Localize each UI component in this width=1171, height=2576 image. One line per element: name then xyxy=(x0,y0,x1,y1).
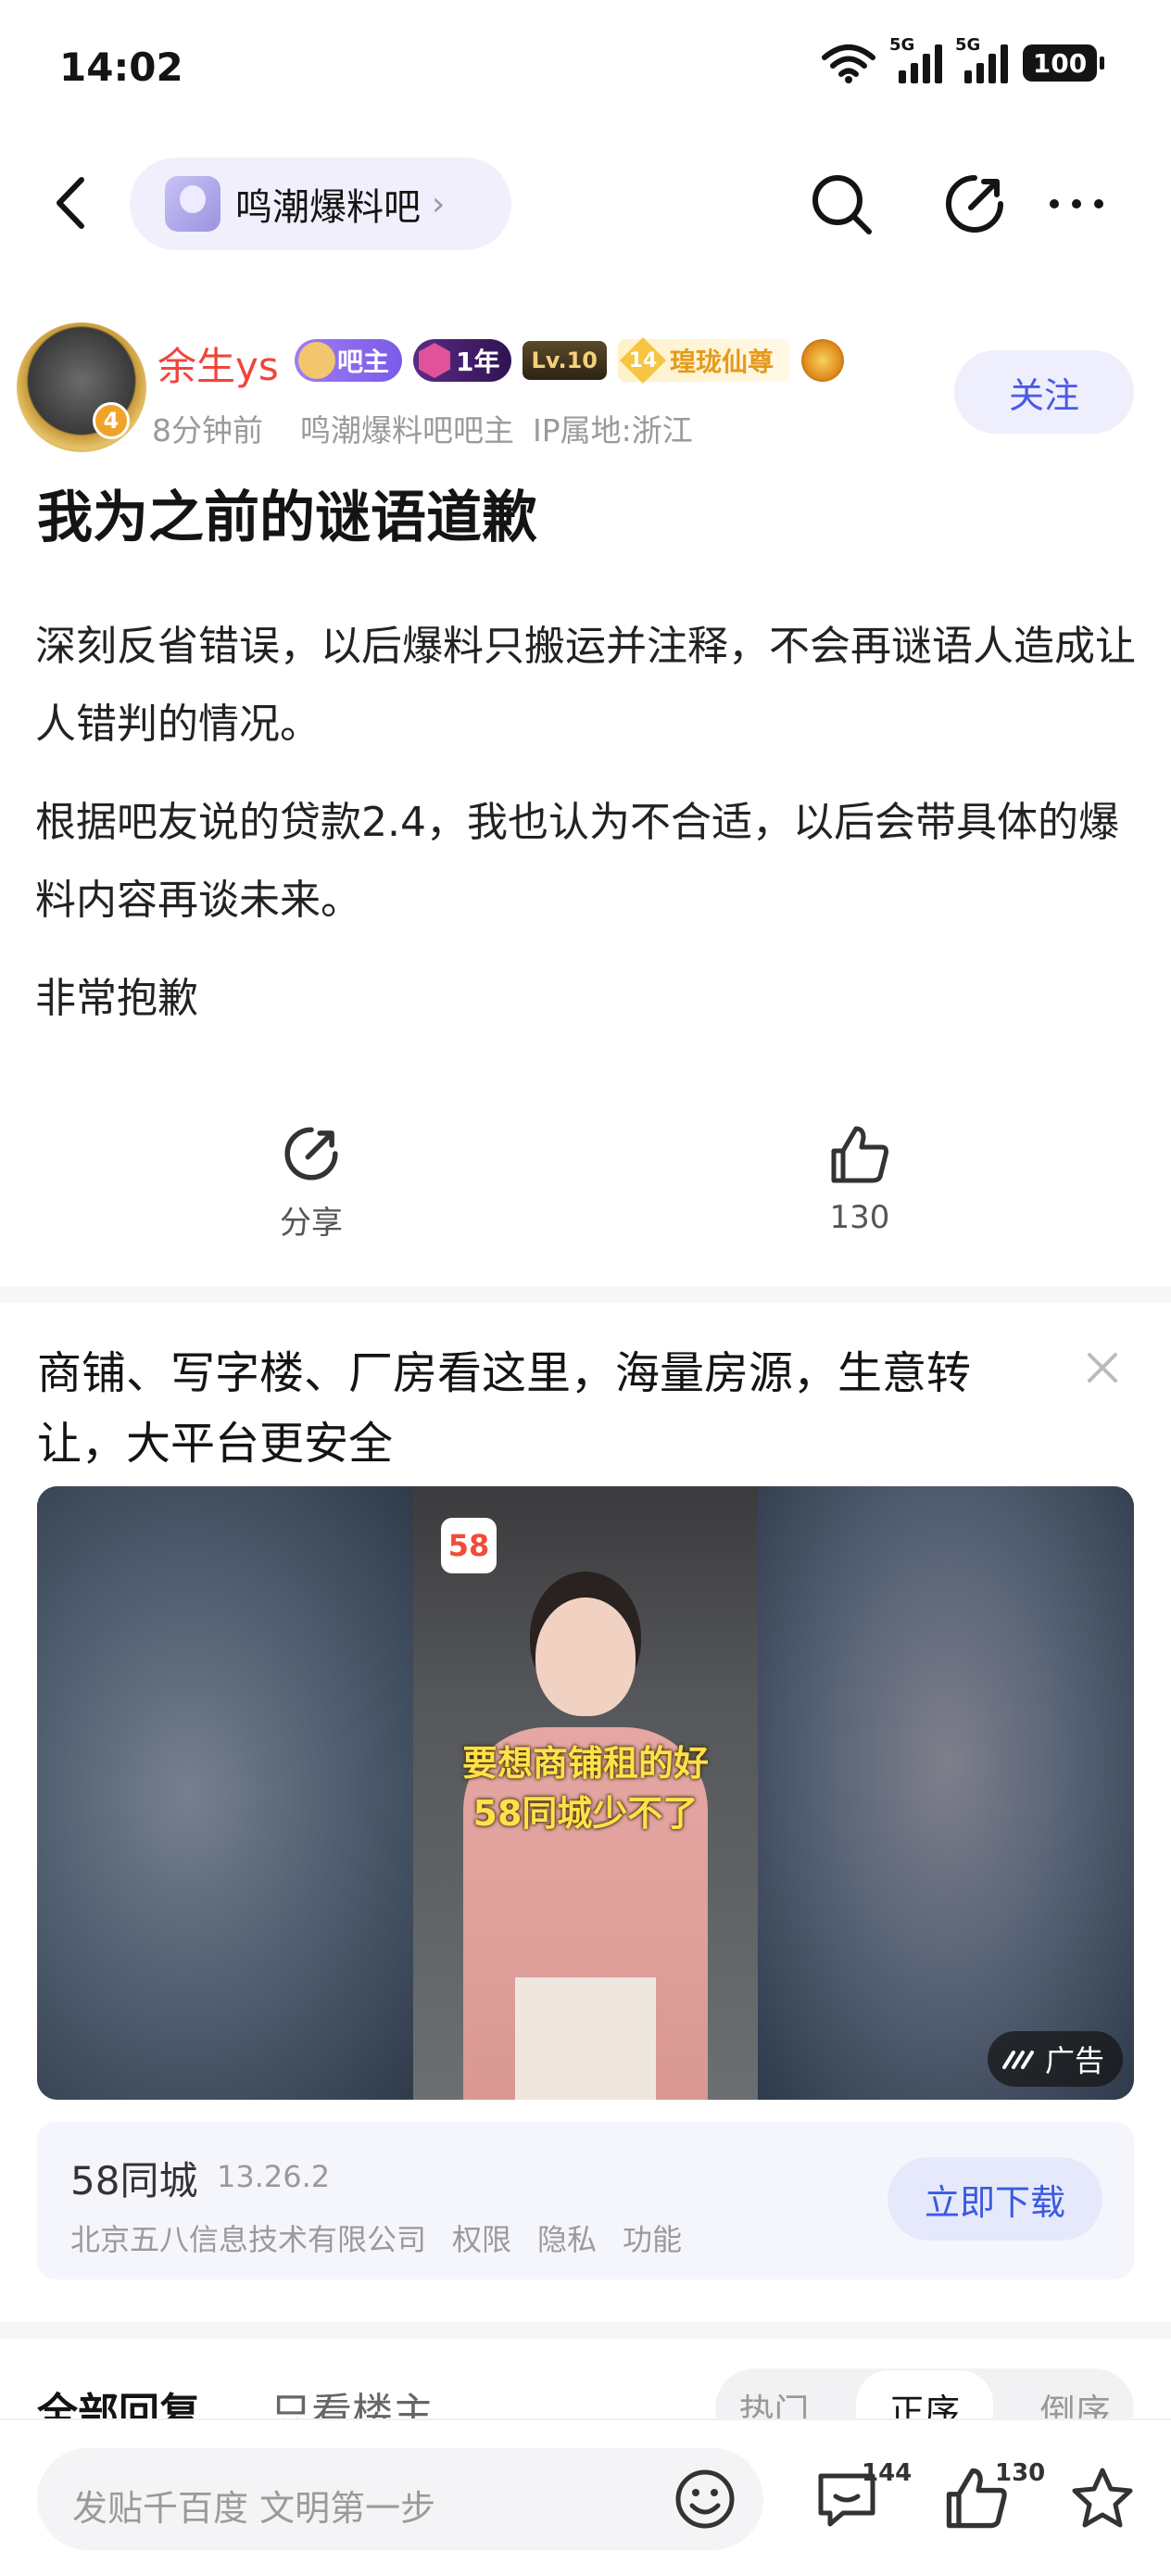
forum-avatar xyxy=(165,176,220,232)
nav-bar: 鸣潮爆料吧 › xyxy=(0,148,1171,259)
like-count: 130 xyxy=(829,1199,890,1236)
ad-mark-icon xyxy=(1001,2051,1034,2069)
ad-tag-label: 广告 xyxy=(1044,2043,1104,2078)
search-icon[interactable] xyxy=(806,169,876,239)
author-badges: 吧主 1年 Lv.10 14 瑝珑仙尊 xyxy=(295,337,845,384)
download-button[interactable]: 立即下载 xyxy=(888,2157,1102,2241)
medal-icon[interactable] xyxy=(801,339,845,382)
badge-year[interactable]: 1年 xyxy=(413,339,511,382)
video-frame: 58 要想商铺租的好 58同城少不了 xyxy=(413,1486,758,2100)
wifi-icon xyxy=(822,44,875,83)
more-icon[interactable] xyxy=(1041,169,1112,239)
privacy-link[interactable]: 隐私 xyxy=(537,2216,597,2259)
features-link[interactable]: 功能 xyxy=(623,2216,682,2259)
share-label: 分享 xyxy=(280,1205,343,1242)
like-button[interactable]: 130 xyxy=(786,1121,934,1236)
like-count: 130 xyxy=(995,2459,1046,2487)
brand-logo: 58 xyxy=(441,1518,497,1573)
forum-link[interactable]: 鸣潮爆料吧 › xyxy=(130,158,511,250)
bottom-bar: 发贴千百度 文明第一步 144 130 xyxy=(0,2418,1171,2576)
video-presenter xyxy=(463,1588,708,2100)
post-title: 我为之前的谜语道歉 xyxy=(37,486,537,550)
signal-icon: 5G xyxy=(889,35,942,83)
video-blur-left xyxy=(37,1486,413,2100)
back-arrow-icon[interactable] xyxy=(44,170,100,235)
reply-placeholder: 发贴千百度 文明第一步 xyxy=(72,2488,436,2529)
signal-icon: 5G xyxy=(955,35,1008,83)
star-icon[interactable] xyxy=(1067,2463,1138,2533)
badge-title[interactable]: 14 瑝珑仙尊 xyxy=(618,337,791,384)
post-paragraph: 非常抱歉 xyxy=(35,975,198,1022)
avatar-level-badge: 4 xyxy=(93,402,130,439)
badge-title-label: 瑝珑仙尊 xyxy=(670,347,774,377)
video-blur-right xyxy=(758,1486,1134,2100)
app-info: 北京五八信息技术有限公司 权限 隐私 功能 xyxy=(70,2216,682,2259)
status-bar: 14:02 5G 5G 100 xyxy=(0,0,1171,139)
video-caption: 要想商铺租的好 58同城少不了 xyxy=(461,1743,709,1834)
post-meta: 8分钟前 鸣潮爆料吧吧主 IP属地:浙江 xyxy=(152,406,693,450)
post-paragraph: 深刻反省错误，以后爆料只搬运并注释，不会再谜语人造成让人错判的情况。 xyxy=(35,623,1136,748)
post-time: 8分钟前 xyxy=(152,412,263,448)
app-company: 北京五八信息技术有限公司 xyxy=(70,2222,427,2257)
badge-title-num: 14 xyxy=(620,337,666,384)
comment-count: 144 xyxy=(862,2459,913,2487)
section-divider xyxy=(0,2322,1171,2339)
thumbs-up-icon xyxy=(831,1126,888,1183)
status-icons: 5G 5G 100 xyxy=(821,35,1104,83)
app-name: 58同城 xyxy=(70,2158,198,2203)
share-icon xyxy=(284,1127,338,1181)
ad-tag[interactable]: 广告 xyxy=(987,2031,1123,2087)
status-time: 14:02 xyxy=(59,44,183,90)
follow-button[interactable]: 关注 xyxy=(954,350,1134,434)
ip-location: IP属地:浙江 xyxy=(533,412,693,448)
reply-input[interactable]: 发贴千百度 文明第一步 xyxy=(37,2448,763,2550)
share-button[interactable]: 分享 xyxy=(237,1121,385,1243)
battery-icon: 100 xyxy=(1023,44,1104,82)
author-avatar[interactable]: 4 xyxy=(17,322,146,452)
chevron-right-icon: › xyxy=(432,184,446,223)
ad-headline[interactable]: 商铺、写字楼、厂房看这里，海量房源，生意转让，大平台更安全 xyxy=(37,1338,1001,1479)
permissions-link[interactable]: 权限 xyxy=(452,2216,511,2259)
section-divider xyxy=(0,1286,1171,1303)
ad-video[interactable]: 58 要想商铺租的好 58同城少不了 广告 xyxy=(37,1486,1134,2100)
author-name[interactable]: 余生ys xyxy=(157,335,279,392)
post-body: 深刻反省错误，以后爆料只搬运并注释，不会再谜语人造成让人错判的情况。 根据吧友说… xyxy=(35,608,1138,1058)
author-role: 鸣潮爆料吧吧主 xyxy=(300,412,514,448)
share-icon[interactable] xyxy=(939,169,1010,239)
badge-level[interactable]: Lv.10 xyxy=(522,341,607,380)
close-icon[interactable] xyxy=(1082,1347,1123,1388)
ad-app-card[interactable]: 58同城 13.26.2 北京五八信息技术有限公司 权限 隐私 功能 立即下载 xyxy=(37,2122,1134,2279)
forum-name: 鸣潮爆料吧 xyxy=(235,186,421,229)
emoji-icon[interactable] xyxy=(673,2467,737,2532)
app-version: 13.26.2 xyxy=(217,2159,331,2194)
badge-forum-owner[interactable]: 吧主 xyxy=(295,339,403,382)
post-paragraph: 根据吧友说的贷款2.4，我也认为不合适，以后会带具体的爆料内容再谈未来。 xyxy=(35,799,1119,924)
